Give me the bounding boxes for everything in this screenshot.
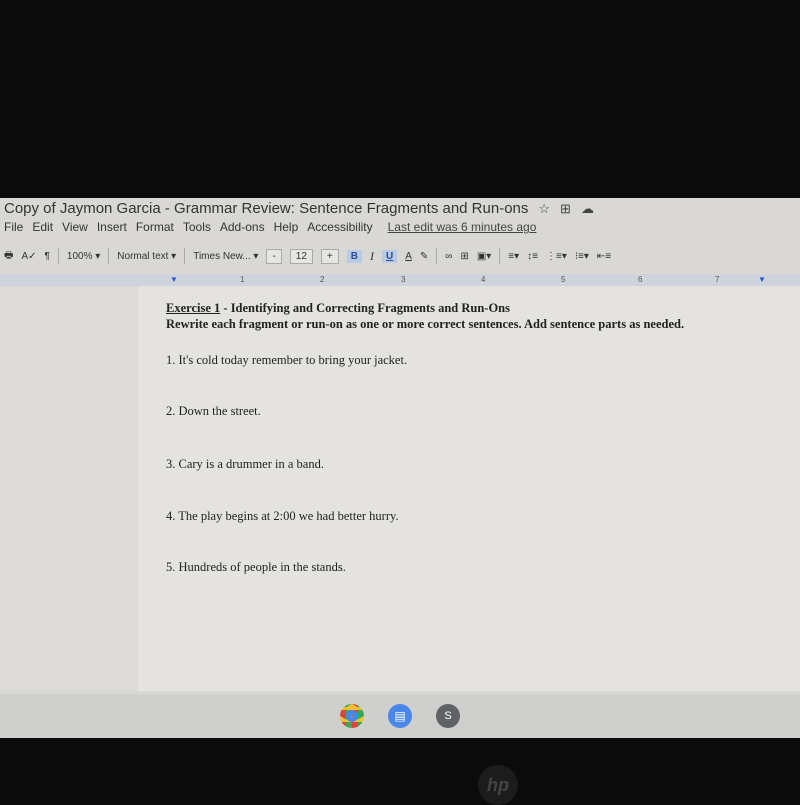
line-spacing-icon[interactable]: ↕≡ <box>527 251 538 262</box>
ruler[interactable]: ▼ 1 2 3 4 5 6 7 ▼ <box>0 274 800 286</box>
page[interactable]: Exercise 1 - Identifying and Correcting … <box>138 286 800 691</box>
ruler-mark: 2 <box>320 275 325 284</box>
menu-view[interactable]: View <box>62 220 88 234</box>
menu-insert[interactable]: Insert <box>97 220 127 234</box>
list-item: 5. Hundreds of people in the stands. <box>166 560 346 574</box>
right-indent-marker-icon[interactable]: ▼ <box>758 275 766 284</box>
divider <box>436 248 438 264</box>
ruler-mark: 1 <box>240 275 245 284</box>
highlight-icon[interactable]: ✎ <box>420 251 428 262</box>
underline-button[interactable]: U <box>382 249 398 263</box>
last-edit-link[interactable]: Last edit was 6 minutes ago <box>388 220 537 234</box>
font-size-input[interactable]: 12 <box>289 248 313 264</box>
menu-help[interactable]: Help <box>274 220 299 234</box>
ruler-mark: 4 <box>481 275 486 284</box>
divider <box>499 248 501 264</box>
image-icon[interactable]: ▣▾ <box>477 251 491 262</box>
comment-icon[interactable]: ⊞ <box>460 251 468 262</box>
document-canvas: Exercise 1 - Identifying and Correcting … <box>0 286 800 691</box>
ruler-mark: 3 <box>401 275 406 284</box>
title-bar: Copy of Jaymon Garcia - Grammar Review: … <box>4 200 594 217</box>
font-select[interactable]: Times New... ▾ <box>193 251 258 262</box>
menu-addons[interactable]: Add-ons <box>220 220 265 234</box>
toolbar: 🖶 A✓ ¶ 100% ▾ Normal text ▾ Times New...… <box>0 244 800 268</box>
menu-edit[interactable]: Edit <box>32 220 53 234</box>
list-item: 2. Down the street. <box>166 404 261 418</box>
list-item: 3. Cary is a drummer in a band. <box>166 457 324 471</box>
instructions: Rewrite each fragment or run-on as one o… <box>166 317 685 331</box>
menu-tools[interactable]: Tools <box>183 220 211 234</box>
menu-accessibility[interactable]: Accessibility <box>307 220 372 234</box>
slides-letter: S <box>444 710 452 722</box>
indent-marker-icon[interactable]: ▼ <box>170 275 178 284</box>
ruler-mark: 6 <box>638 275 643 284</box>
list-item: 4. The play begins at 2:00 we had better… <box>166 509 399 523</box>
google-docs-icon[interactable]: ▤ <box>388 704 412 728</box>
text-color-button[interactable]: A <box>405 251 412 262</box>
move-to-folder-icon[interactable]: ⊞ <box>560 201 571 217</box>
print-icon[interactable]: 🖶 <box>4 248 13 265</box>
style-value: Normal text <box>117 250 169 262</box>
style-select[interactable]: Normal text ▾ <box>117 251 176 262</box>
heading-text: - Identifying and Correcting Fragments a… <box>220 301 511 315</box>
spellcheck-icon[interactable]: A✓ <box>21 251 36 262</box>
numbered-list-icon[interactable]: ⋮≡▾ <box>546 251 567 262</box>
align-icon[interactable]: ≡▾ <box>508 251 519 262</box>
cloud-saved-icon[interactable]: ☁ <box>581 201 594 217</box>
menu-bar: File Edit View Insert Format Tools Add-o… <box>4 220 536 234</box>
divider <box>184 248 186 264</box>
font-value: Times New... <box>193 250 251 262</box>
font-size-increase-button[interactable]: + <box>320 248 339 264</box>
chrome-icon[interactable] <box>340 704 364 728</box>
zoom-value: 100% <box>66 250 93 262</box>
ruler-mark: 7 <box>715 275 720 284</box>
paint-format-icon[interactable]: ¶ <box>45 251 50 262</box>
divider <box>108 248 110 264</box>
star-icon[interactable]: ☆ <box>538 201 550 217</box>
hp-logo: hp <box>478 765 518 805</box>
divider <box>57 248 59 264</box>
exercise-heading: Exercise 1 - Identifying and Correcting … <box>166 301 510 316</box>
italic-button[interactable]: I <box>370 249 374 264</box>
indent-icon[interactable]: ⇤≡ <box>597 251 611 262</box>
font-size-decrease-button[interactable]: - <box>266 248 282 264</box>
bold-button[interactable]: B <box>346 249 362 263</box>
zoom-select[interactable]: 100% ▾ <box>67 251 100 262</box>
screen: Copy of Jaymon Garcia - Grammar Review: … <box>0 198 800 738</box>
list-item: 1. It's cold today remember to bring you… <box>166 353 408 367</box>
menu-format[interactable]: Format <box>136 220 174 234</box>
ruler-mark: 5 <box>561 275 566 284</box>
link-icon[interactable]: ∞ <box>445 251 452 262</box>
bulleted-list-icon[interactable]: ⁝≡▾ <box>575 251 589 262</box>
slides-icon[interactable]: S <box>436 704 460 728</box>
menu-file[interactable]: File <box>4 220 23 234</box>
taskbar-shelf: ▤ S <box>0 694 800 738</box>
document-title[interactable]: Copy of Jaymon Garcia - Grammar Review: … <box>4 200 528 217</box>
exercise-link[interactable]: Exercise 1 <box>166 301 220 315</box>
